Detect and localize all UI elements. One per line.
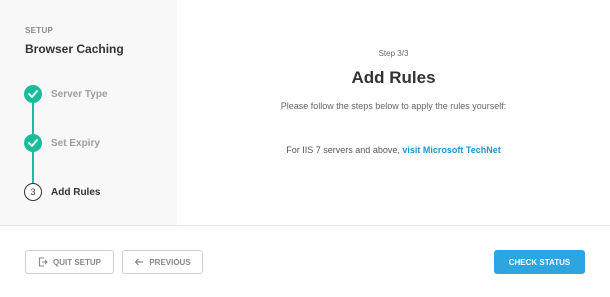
step-set-expiry[interactable]: Set Expiry — [24, 134, 100, 152]
iis-text: For IIS 7 servers and above, — [286, 145, 400, 155]
step-server-type[interactable]: Server Type — [24, 85, 108, 103]
microsoft-technet-link[interactable]: visit Microsoft TechNet — [402, 145, 500, 155]
check-status-button[interactable]: CHECK STATUS — [494, 250, 585, 274]
setup-label: SETUP — [25, 26, 54, 35]
exit-icon — [38, 257, 48, 267]
step-connector — [32, 152, 34, 184]
page-title: Add Rules — [351, 68, 436, 87]
step-number-badge: 3 — [24, 183, 42, 201]
previous-label: PREVIOUS — [149, 257, 191, 267]
step-counter: Step 3/3 — [378, 49, 409, 58]
step-label: Server Type — [51, 88, 108, 100]
iis-instruction: For IIS 7 servers and above, visit Micro… — [177, 145, 610, 155]
quit-setup-button[interactable]: QUIT SETUP — [25, 250, 114, 274]
footer-divider — [0, 225, 610, 226]
previous-button[interactable]: PREVIOUS — [122, 250, 203, 274]
check-icon — [24, 134, 42, 152]
main-content: Step 3/3 Add Rules Please follow the ste… — [177, 0, 610, 225]
step-label: Set Expiry — [51, 137, 100, 149]
quit-setup-label: QUIT SETUP — [52, 257, 101, 267]
arrow-left-icon — [134, 257, 144, 267]
setup-sidebar: SETUP Browser Caching Server Type Set Ex… — [0, 0, 177, 225]
instruction-text: Please follow the steps below to apply t… — [280, 101, 507, 111]
setup-title: Browser Caching — [25, 42, 124, 56]
step-connector — [32, 102, 34, 134]
step-add-rules[interactable]: 3 Add Rules — [24, 183, 100, 201]
step-label: Add Rules — [51, 186, 101, 198]
check-icon — [24, 85, 42, 103]
